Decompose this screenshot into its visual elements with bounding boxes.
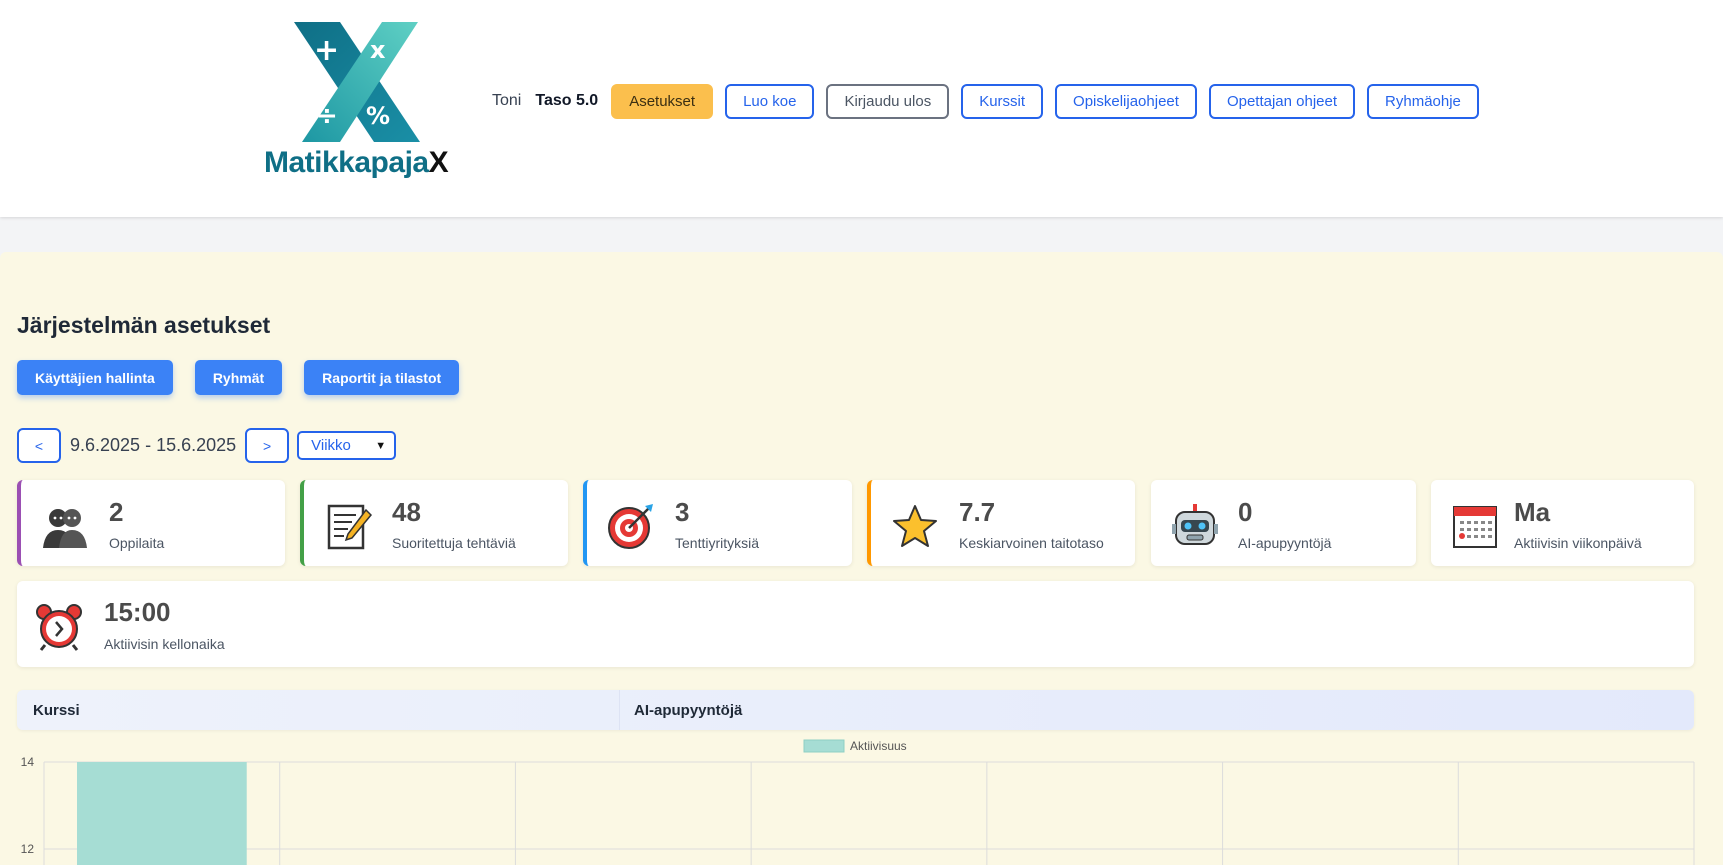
y-tick-label: 14 (21, 755, 35, 769)
stat-card-active-time: 15:00 Aktiivisin kellonaika (17, 581, 1694, 667)
stat-value: 15:00 (104, 597, 171, 627)
admin-actions: Käyttäjien hallinta Ryhmät Raportit ja t… (17, 360, 481, 395)
settings-panel: Järjestelmän asetukset Käyttäjien hallin… (0, 252, 1723, 865)
target-icon (608, 504, 653, 549)
chart-bar (77, 762, 247, 865)
stat-label: Aktiivisin kellonaika (104, 636, 225, 652)
period-select-value: Viikko (311, 437, 351, 454)
create-exam-button[interactable]: Luo koe (725, 83, 815, 119)
stat-label: Suoritettuja tehtäviä (392, 535, 516, 551)
star-icon (893, 505, 937, 547)
stat-label: Aktiivisin viikonpäivä (1514, 535, 1642, 551)
groups-button[interactable]: Ryhmät (194, 360, 283, 395)
stat-card-tasks: 48 Suoritettuja tehtäviä (300, 480, 568, 566)
page-title: Järjestelmän asetukset (17, 312, 271, 338)
top-navigation: Toni Taso 5.0 Asetukset Luo koe Kirjaudu… (492, 83, 1491, 119)
chevron-down-icon: ▼ (375, 439, 387, 452)
next-period-button[interactable]: > (245, 428, 290, 463)
previous-period-button[interactable]: < (17, 428, 61, 463)
reports-button[interactable]: Raportit ja tilastot (304, 360, 460, 395)
stat-label: Keskiarvoinen taitotaso (959, 535, 1104, 551)
logout-button[interactable]: Kirjaudu ulos (826, 83, 950, 119)
stat-label: AI-apupyyntöjä (1238, 535, 1332, 551)
column-header-ai-requests[interactable]: AI-apupyyntöjä (634, 702, 742, 719)
stat-value: 3 (675, 497, 690, 527)
stat-card-active-weekday: Ma Aktiivisin viikonpäivä (1431, 480, 1694, 566)
calendar-icon (1453, 506, 1497, 548)
stat-label: Oppilaita (109, 535, 165, 551)
memo-icon (327, 504, 372, 550)
stat-card-skill-level: 7.7 Keskiarvoinen taitotaso (867, 480, 1135, 566)
courses-button[interactable]: Kurssit (961, 83, 1044, 119)
svg-text:+: + (314, 33, 339, 68)
stat-value: 7.7 (959, 497, 996, 527)
activity-chart-svg: Aktiivisuus 14 12 (21, 739, 1695, 865)
date-range: 9.6.2025 - 15.6.2025 (70, 435, 237, 455)
y-tick-label: 12 (21, 842, 35, 856)
teacher-guides-button[interactable]: Opettajan ohjeet (1208, 83, 1356, 119)
activity-chart: Aktiivisuus 14 12 (0, 734, 1723, 865)
user-name: Toni (492, 92, 522, 109)
stat-value: 0 (1238, 497, 1253, 527)
stat-card-exam-attempts: 3 Tenttiyrityksiä (583, 480, 852, 566)
stat-label: Tenttiyrityksiä (675, 535, 760, 551)
legend-label: Aktiivisuus (850, 739, 907, 753)
alarm-clock-icon (36, 604, 82, 651)
students-icon (43, 509, 87, 548)
column-divider (619, 690, 620, 730)
stat-value: 48 (392, 497, 421, 527)
user-level: Taso 5.0 (535, 92, 599, 109)
stat-value: Ma (1514, 497, 1551, 527)
stat-card-ai-requests: 0 AI-apupyyntöjä (1151, 480, 1416, 566)
stat-value: 2 (109, 497, 124, 527)
svg-text:%: % (366, 102, 390, 130)
date-navigation: < 9.6.2025 - 15.6.2025 > Viikko ▼ (17, 428, 397, 463)
app-header: + x ÷ % MatikkapajaX Toni Taso 5.0 Asetu… (0, 0, 1723, 217)
group-guide-button[interactable]: Ryhmäohje (1367, 83, 1479, 119)
period-select[interactable]: Viikko ▼ (297, 431, 397, 460)
course-table-header: Kurssi AI-apupyyntöjä (17, 690, 1694, 730)
stat-card-students: 2 Oppilaita (17, 480, 285, 566)
settings-button[interactable]: Asetukset (611, 83, 714, 119)
column-header-course[interactable]: Kurssi (33, 702, 80, 719)
logo-wordmark: MatikkapajaX (264, 146, 449, 179)
robot-icon (1172, 504, 1218, 545)
svg-text:÷: ÷ (316, 101, 338, 131)
legend-swatch (803, 739, 845, 753)
svg-text:x: x (370, 36, 386, 64)
student-guides-button[interactable]: Opiskelijaohjeet (1055, 83, 1197, 119)
user-management-button[interactable]: Käyttäjien hallinta (17, 360, 173, 395)
